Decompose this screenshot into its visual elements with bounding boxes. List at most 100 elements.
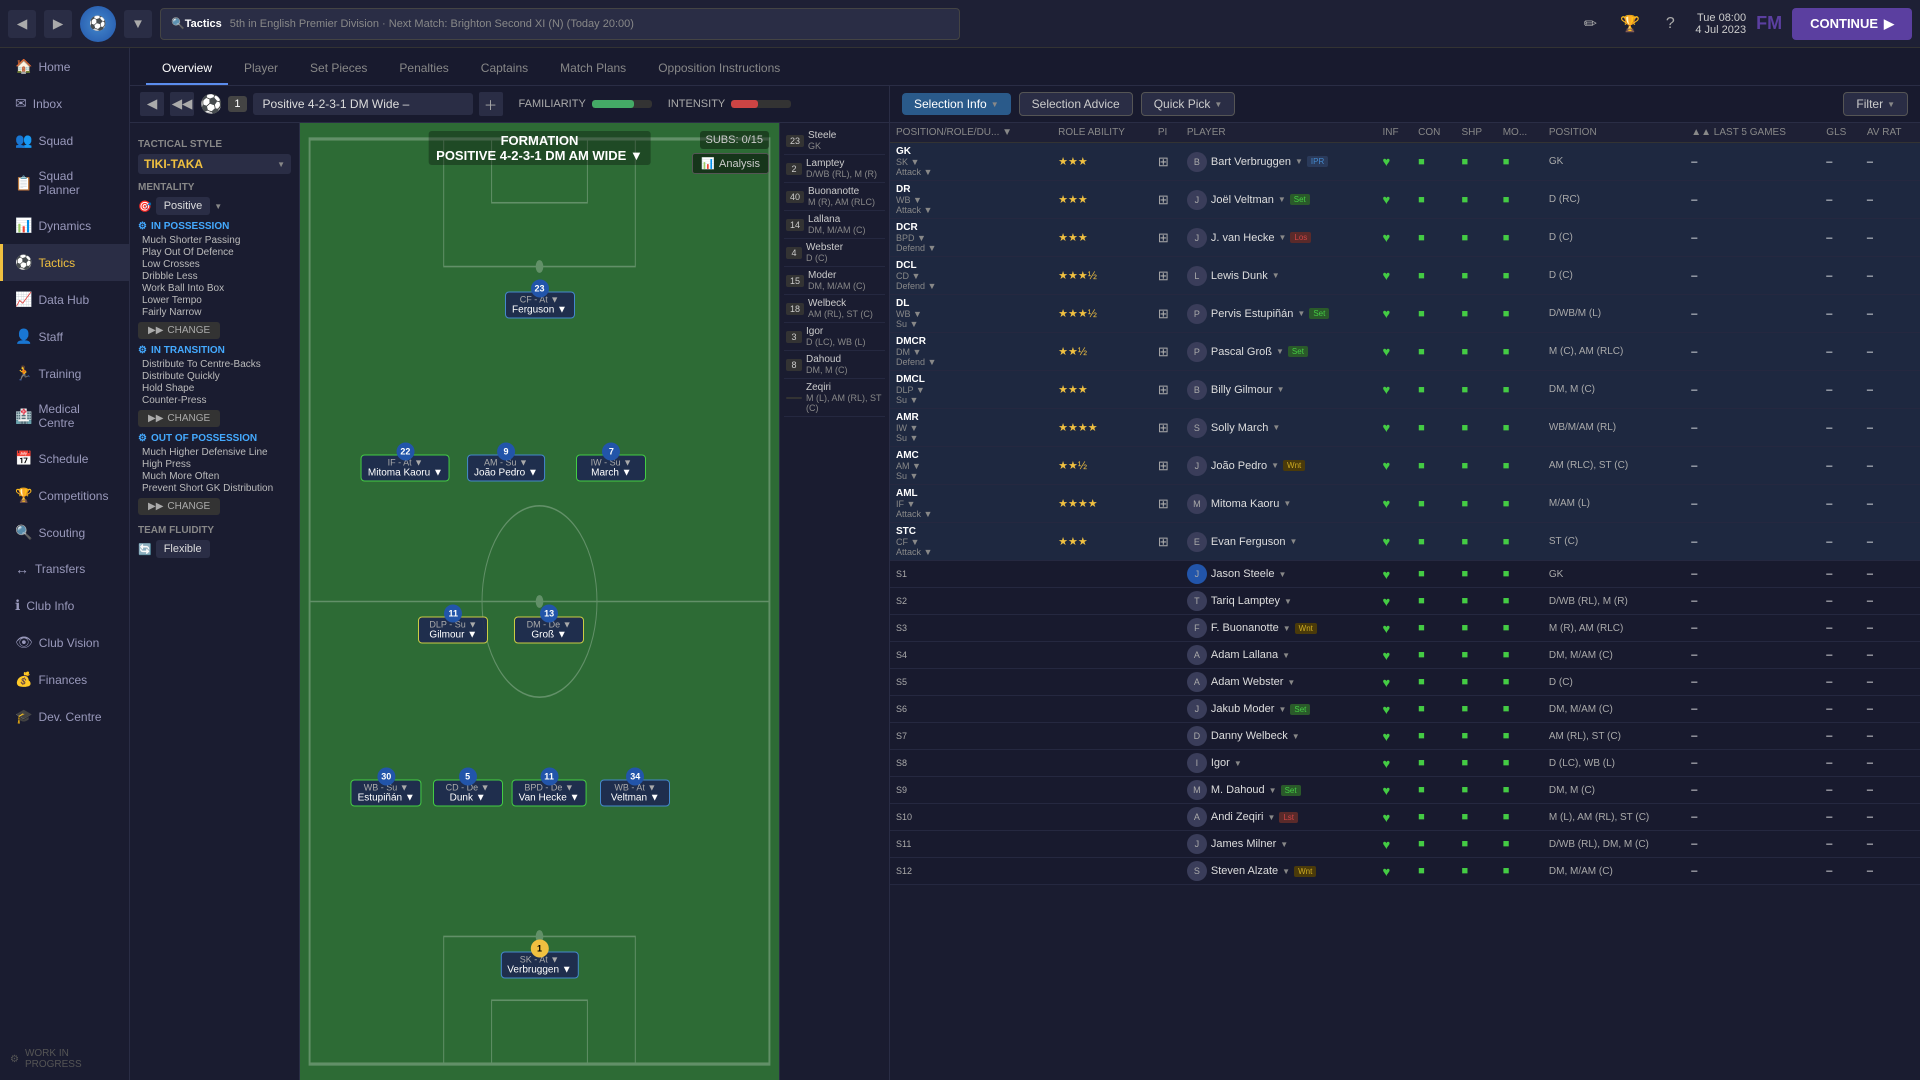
col-position2[interactable]: POSITION xyxy=(1543,123,1685,143)
sidebar-item-squad[interactable]: 👥 Squad xyxy=(0,122,129,159)
table-row[interactable]: AMR IW ▼ Su ▼ ★★★★ ⊞ S Solly March xyxy=(890,409,1920,447)
sidebar-item-dynamics[interactable]: 📊 Dynamics xyxy=(0,207,129,244)
table-row[interactable]: STC CF ▼ Attack ▼ ★★★ ⊞ E Evan Ferguson xyxy=(890,523,1920,561)
sidebar-item-training[interactable]: 🏃 Training xyxy=(0,355,129,392)
edit-icon[interactable]: ✏ xyxy=(1575,9,1605,39)
sidebar-item-tactics[interactable]: ⚽ Tactics xyxy=(0,244,129,281)
selection-info-button[interactable]: Selection Info ▼ xyxy=(902,93,1011,115)
fluidity-value[interactable]: Flexible xyxy=(156,540,210,558)
change-possession-button[interactable]: ▶▶ CHANGE xyxy=(138,322,220,339)
player-estupinan[interactable]: WB - Su ▼ Estupiñán ▼ 30 xyxy=(351,779,422,806)
tab-set-pieces[interactable]: Set Pieces xyxy=(294,53,383,85)
trophy-icon[interactable]: 🏆 xyxy=(1615,9,1645,39)
sidebar-item-home[interactable]: 🏠 Home xyxy=(0,48,129,85)
player-verbruggen[interactable]: SK - At ▼ Verbruggen ▼ 1 xyxy=(500,952,578,979)
sub-igor[interactable]: 3 Igor D (LC), WB (L) xyxy=(784,323,885,351)
sidebar-item-finances[interactable]: 💰 Finances xyxy=(0,661,129,698)
table-row[interactable]: S3 F F. Buonanotte ▼ Wnt xyxy=(890,615,1920,642)
sub-webster[interactable]: 4 Webster D (C) xyxy=(784,239,885,267)
sub-welbeck[interactable]: 18 Welbeck AM (RL), ST (C) xyxy=(784,295,885,323)
table-row[interactable]: AML IF ▼ Attack ▼ ★★★★ ⊞ M Mitoma Kaoru xyxy=(890,485,1920,523)
table-row[interactable]: DCL CD ▼ Defend ▼ ★★★½ ⊞ L Lewis Dunk xyxy=(890,257,1920,295)
sidebar-item-squad-planner[interactable]: 📋 Squad Planner xyxy=(0,159,129,207)
sub-moder[interactable]: 15 Moder DM, M/AM (C) xyxy=(784,267,885,295)
continue-button[interactable]: CONTINUE ▶ xyxy=(1792,8,1912,40)
col-last5[interactable]: ▲▲ LAST 5 GAMES xyxy=(1685,123,1820,143)
sidebar-item-transfers[interactable]: ↔ Transfers xyxy=(0,551,129,587)
player-veltman[interactable]: WB - At ▼ Veltman ▼ 34 xyxy=(600,779,670,806)
col-con[interactable]: CON xyxy=(1412,123,1455,143)
col-mo[interactable]: MO... xyxy=(1497,123,1543,143)
tactic-name[interactable]: Positive 4-2-3-1 DM Wide – xyxy=(253,93,473,115)
analysis-button[interactable]: 📊 Analysis xyxy=(692,153,769,174)
player-dunk[interactable]: CD - De ▼ Dunk ▼ 5 xyxy=(433,779,503,806)
table-row[interactable]: GK SK ▼ Attack ▼ ★★★ ⊞ B xyxy=(890,143,1920,181)
table-row[interactable]: DL WB ▼ Su ▼ ★★★½ ⊞ P Pervis Estupiñán xyxy=(890,295,1920,333)
back-button[interactable]: ◀ xyxy=(8,10,36,38)
table-row[interactable]: S12 S Steven Alzate ▼ Wnt xyxy=(890,858,1920,885)
player-kaoru[interactable]: IF - At ▼ Mitoma Kaoru ▼ 22 xyxy=(361,454,450,481)
sidebar-item-staff[interactable]: 👤 Staff xyxy=(0,318,129,355)
change-oop-button[interactable]: ▶▶ CHANGE xyxy=(138,498,220,515)
table-row[interactable]: DMCR DM ▼ Defend ▼ ★★½ ⊞ P Pascal Groß xyxy=(890,333,1920,371)
player-gross[interactable]: DM - De ▼ Groß ▼ 13 xyxy=(514,617,584,644)
player-march[interactable]: IW - Su ▼ March ▼ 7 xyxy=(576,454,646,481)
table-row[interactable]: S10 A Andi Zeqiri ▼ Lst xyxy=(890,804,1920,831)
change-transition-button[interactable]: ▶▶ CHANGE xyxy=(138,410,220,427)
forward-button[interactable]: ▶ xyxy=(44,10,72,38)
sub-zeqiri[interactable]: Zeqiri M (L), AM (RL), ST (C) xyxy=(784,379,885,417)
table-row[interactable]: S5 A Adam Webster ▼ ♥■■■ xyxy=(890,669,1920,696)
table-row[interactable]: S7 D Danny Welbeck ▼ ♥■■■ xyxy=(890,723,1920,750)
table-row[interactable]: DCR BPD ▼ Defend ▼ ★★★ ⊞ J J. van Hecke xyxy=(890,219,1920,257)
help-icon[interactable]: ? xyxy=(1655,9,1685,39)
table-row[interactable]: S4 A Adam Lallana ▼ ♥■■■ xyxy=(890,642,1920,669)
sub-lallana[interactable]: 14 Lallana DM, M/AM (C) xyxy=(784,211,885,239)
sub-dahoud[interactable]: 8 Dahoud DM, M (C) xyxy=(784,351,885,379)
tab-overview[interactable]: Overview xyxy=(146,53,228,85)
sidebar-item-club-info[interactable]: ℹ Club Info xyxy=(0,587,129,624)
add-tactic-button[interactable]: ＋ xyxy=(479,92,503,116)
quick-pick-button[interactable]: Quick Pick ▼ xyxy=(1141,92,1236,116)
sidebar-item-dev-centre[interactable]: 🎓 Dev. Centre xyxy=(0,698,129,735)
table-row[interactable]: S11 J James Milner ▼ ♥■■■ xyxy=(890,831,1920,858)
tab-opposition[interactable]: Opposition Instructions xyxy=(642,53,796,85)
selection-advice-button[interactable]: Selection Advice xyxy=(1019,92,1133,116)
sub-lamptey[interactable]: 2 Lamptey D/WB (RL), M (R) xyxy=(784,155,885,183)
col-player[interactable]: PLAYER xyxy=(1181,123,1377,143)
tactical-style-value[interactable]: TIKI-TAKA ▼ xyxy=(138,154,291,174)
col-position[interactable]: POSITION/ROLE/DU... ▼ xyxy=(890,123,1052,143)
col-shp[interactable]: SHP xyxy=(1455,123,1496,143)
col-inf[interactable]: INF xyxy=(1377,123,1413,143)
tactics-icon-btn[interactable]: ⚽ xyxy=(200,94,222,115)
tactics-prev[interactable]: ◀ xyxy=(140,92,164,116)
player-ferguson[interactable]: CF - At ▼ Ferguson ▼ 23 xyxy=(505,291,575,318)
table-row[interactable]: DR WB ▼ Attack ▼ ★★★ ⊞ J Joël Veltman xyxy=(890,181,1920,219)
mentality-value[interactable]: Positive xyxy=(156,197,211,215)
player-van-hecke[interactable]: BPD - De ▼ Van Hecke ▼ 11 xyxy=(512,779,587,806)
col-gls[interactable]: GLS xyxy=(1820,123,1861,143)
sidebar-item-schedule[interactable]: 📅 Schedule xyxy=(0,440,129,477)
player-joao-pedro[interactable]: AM - Su ▼ João Pedro ▼ 9 xyxy=(467,454,545,481)
sidebar-item-inbox[interactable]: ✉ Inbox xyxy=(0,85,129,122)
col-role-ability[interactable]: ROLE ABILITY xyxy=(1052,123,1152,143)
table-row[interactable]: DMCL DLP ▼ Su ▼ ★★★ ⊞ B Billy Gilmour xyxy=(890,371,1920,409)
col-avrat[interactable]: AV RAT xyxy=(1861,123,1920,143)
table-row[interactable]: S6 J Jakub Moder ▼ Set xyxy=(890,696,1920,723)
filter-button[interactable]: Filter ▼ xyxy=(1843,92,1908,116)
table-row[interactable]: S8 I Igor ▼ ♥■■■ D xyxy=(890,750,1920,777)
sub-steele[interactable]: 23 Steele GK xyxy=(784,127,885,155)
tactics-back[interactable]: ◀◀ xyxy=(170,92,194,116)
sidebar-item-competitions[interactable]: 🏆 Competitions xyxy=(0,477,129,514)
sidebar-item-club-vision[interactable]: 👁 Club Vision xyxy=(0,624,129,661)
table-row[interactable]: AMC AM ▼ Su ▼ ★★½ ⊞ J João Pedro xyxy=(890,447,1920,485)
table-row[interactable]: S1 J Jason Steele ▼ xyxy=(890,561,1920,588)
sidebar-item-data-hub[interactable]: 📈 Data Hub xyxy=(0,281,129,318)
player-gilmour[interactable]: DLP - Su ▼ Gilmour ▼ 11 xyxy=(418,617,488,644)
formation-name[interactable]: POSITIVE 4-2-3-1 DM AM WIDE xyxy=(436,148,626,163)
col-pi[interactable]: PI xyxy=(1152,123,1181,143)
table-row[interactable]: S9 M M. Dahoud ▼ Set xyxy=(890,777,1920,804)
sidebar-item-scouting[interactable]: 🔍 Scouting xyxy=(0,514,129,551)
table-row[interactable]: S2 T Tariq Lamptey ▼ xyxy=(890,588,1920,615)
tab-match-plans[interactable]: Match Plans xyxy=(544,53,642,85)
sidebar-item-medical[interactable]: 🏥 Medical Centre xyxy=(0,392,129,440)
